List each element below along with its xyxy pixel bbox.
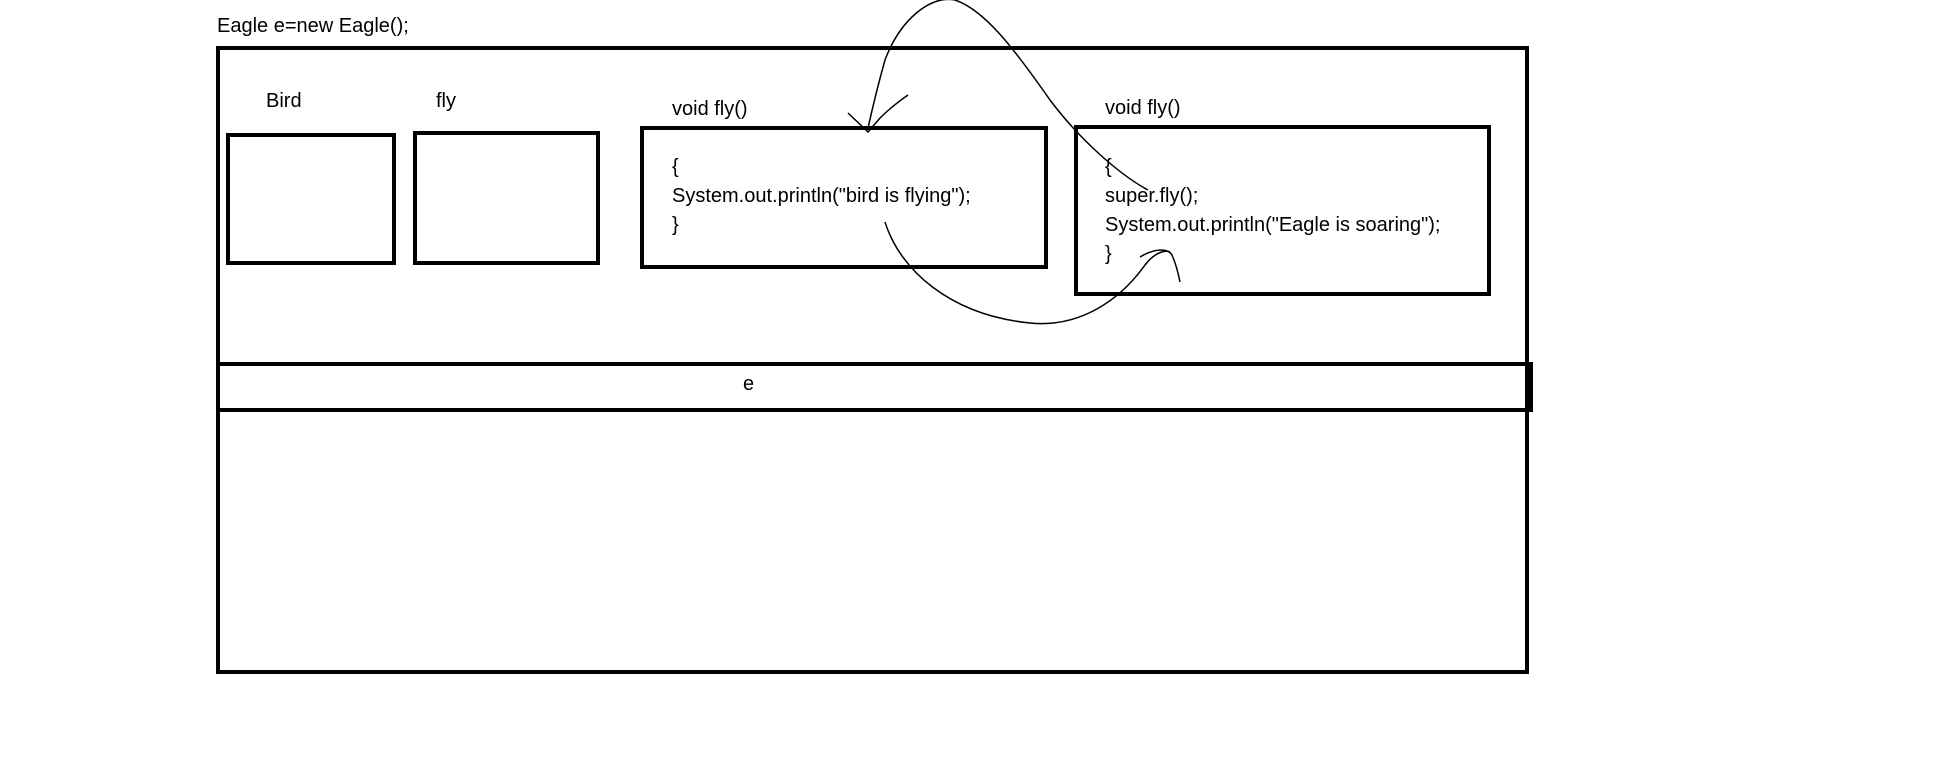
bird-print-line: System.out.println("bird is flying"); <box>672 185 971 207</box>
eagle-print-line: System.out.println("Eagle is soaring"); <box>1105 214 1441 236</box>
eagle-method-body: { super.fly(); System.out.println("Eagle… <box>1105 153 1440 269</box>
bird-method-body: { System.out.println("bird is flying"); … <box>672 153 971 240</box>
reference-label: e <box>743 373 755 395</box>
eagle-close-brace: } <box>1105 243 1112 265</box>
bird-close-brace: } <box>672 214 679 236</box>
fly-box <box>413 131 600 265</box>
bird-method-label: void fly() <box>672 98 748 120</box>
bird-label: Bird <box>266 90 302 112</box>
eagle-super-call: super.fly(); <box>1105 185 1199 207</box>
eagle-open-brace: { <box>1105 156 1112 178</box>
eagle-method-label: void fly() <box>1105 97 1181 119</box>
bird-box <box>226 133 396 265</box>
fly-label: fly <box>436 90 456 112</box>
statement-text: Eagle e=new Eagle(); <box>217 15 409 37</box>
reference-band <box>216 362 1533 412</box>
bird-open-brace: { <box>672 156 679 178</box>
